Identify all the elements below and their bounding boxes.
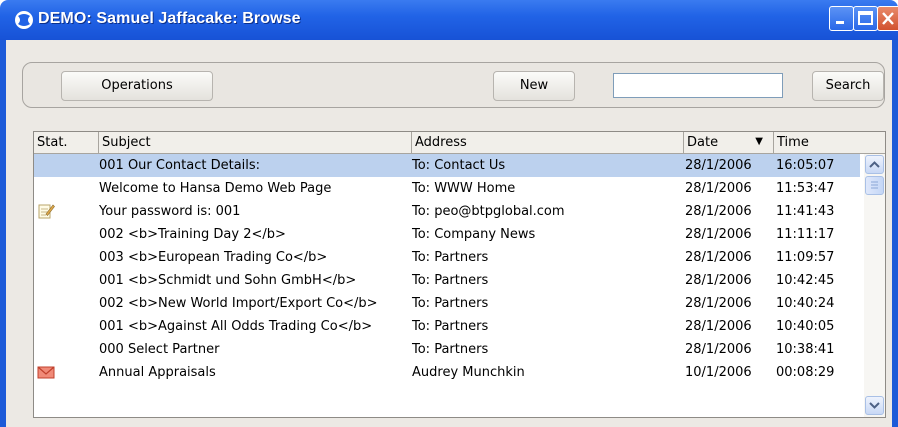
- window-title: DEMO: Samuel Jaffacake: Browse: [38, 10, 301, 27]
- cell-address: To: Partners: [412, 342, 489, 357]
- cell-time: 11:09:57: [776, 250, 835, 265]
- cell-time: 10:42:45: [776, 273, 835, 288]
- table-row[interactable]: 000 Select Partner To: Partners 28/1/2006 1…: [34, 338, 860, 361]
- cell-date: 28/1/2006: [685, 158, 752, 173]
- cell-address: To: Company News: [412, 227, 536, 242]
- minimize-icon: [836, 21, 844, 24]
- cell-subject: 001 <b>Against All Odds Trading Co</b>: [99, 319, 373, 334]
- chevron-down-icon: [869, 402, 880, 409]
- cell-address: To: Partners: [412, 273, 489, 288]
- scroll-up-button[interactable]: [865, 155, 884, 174]
- scroll-down-button[interactable]: [865, 396, 884, 415]
- close-icon: [882, 12, 894, 25]
- table-row[interactable]: 002 <b>Training Day 2</b> To: Company New…: [34, 223, 860, 246]
- cell-time: 00:08:29: [776, 365, 835, 380]
- cell-subject: 001 Our Contact Details:: [99, 158, 261, 173]
- cell-date: 28/1/2006: [685, 250, 752, 265]
- cell-subject: 000 Select Partner: [99, 342, 220, 357]
- scroll-thumb[interactable]: [865, 176, 884, 195]
- table-row[interactable]: Your password is: 001 To: peo@btpglobal.c…: [34, 200, 860, 223]
- column-header-status[interactable]: Stat.: [34, 132, 98, 153]
- app-logo-icon: [15, 11, 33, 29]
- cell-date: 28/1/2006: [685, 342, 752, 357]
- cell-time: 10:40:24: [776, 296, 835, 311]
- column-header-time[interactable]: Time: [773, 132, 885, 153]
- operations-button[interactable]: Operations: [61, 71, 213, 101]
- cell-time: 10:38:41: [776, 342, 835, 357]
- cell-address: To: WWW Home: [412, 181, 516, 196]
- cell-time: 16:05:07: [776, 158, 835, 173]
- mail-envelope-icon: [37, 363, 55, 381]
- cell-time: 11:11:17: [776, 227, 835, 242]
- table-row[interactable]: 001 Our Contact Details: To: Contact Us 28…: [34, 154, 860, 177]
- sort-descending-icon: ▼: [755, 136, 763, 147]
- column-header-address[interactable]: Address: [411, 132, 683, 153]
- cell-date: 28/1/2006: [685, 227, 752, 242]
- cell-date: 28/1/2006: [685, 296, 752, 311]
- toolbar-panel: Operations New Search: [22, 62, 885, 108]
- table-row[interactable]: 001 <b>Schmidt und Sohn GmbH</b> To: Part…: [34, 269, 860, 292]
- browse-table: Stat. Subject Address Date ▼ Time 001 Ou…: [33, 131, 886, 418]
- table-row[interactable]: Welcome to Hansa Demo Web Page To: WWW Ho…: [34, 177, 860, 200]
- cell-subject: Your password is: 001: [99, 204, 241, 219]
- cell-address: Audrey Munchkin: [412, 365, 525, 380]
- cell-address: To: Partners: [412, 319, 489, 334]
- column-header-date[interactable]: Date ▼: [683, 132, 773, 153]
- table-row[interactable]: 002 <b>New World Import/Export Co</b> To:…: [34, 292, 860, 315]
- cell-address: To: Partners: [412, 250, 489, 265]
- table-header: Stat. Subject Address Date ▼ Time: [34, 132, 885, 154]
- chevron-up-icon: [869, 161, 880, 168]
- edit-note-icon: [37, 202, 55, 220]
- cell-date: 10/1/2006: [685, 365, 752, 380]
- cell-subject: Annual Appraisals: [99, 365, 216, 380]
- table-row[interactable]: 001 <b>Against All Odds Trading Co</b> To…: [34, 315, 860, 338]
- search-button[interactable]: Search: [812, 71, 884, 101]
- column-header-date-label: Date: [687, 135, 719, 150]
- cell-time: 10:40:05: [776, 319, 835, 334]
- minimize-button[interactable]: [829, 6, 854, 31]
- table-row[interactable]: 003 <b>European Trading Co</b> To: Partne…: [34, 246, 860, 269]
- cell-subject: Welcome to Hansa Demo Web Page: [99, 181, 332, 196]
- close-button[interactable]: [877, 6, 898, 31]
- title-bar[interactable]: DEMO: Samuel Jaffacake: Browse: [0, 0, 898, 40]
- cell-date: 28/1/2006: [685, 273, 752, 288]
- cell-time: 11:53:47: [776, 181, 835, 196]
- browse-window: DEMO: Samuel Jaffacake: Browse Operation…: [0, 0, 898, 427]
- vertical-scrollbar[interactable]: [864, 154, 885, 417]
- table-row[interactable]: Annual Appraisals Audrey Munchkin 10/1/200…: [34, 361, 860, 384]
- cell-date: 28/1/2006: [685, 204, 752, 219]
- window-frame-right: [892, 40, 898, 427]
- cell-address: To: peo@btpglobal.com: [412, 204, 565, 219]
- cell-date: 28/1/2006: [685, 181, 752, 196]
- maximize-button[interactable]: [853, 6, 878, 31]
- cell-subject: 002 <b>Training Day 2</b>: [99, 227, 286, 242]
- column-header-subject[interactable]: Subject: [98, 132, 411, 153]
- new-button[interactable]: New: [493, 71, 575, 101]
- cell-date: 28/1/2006: [685, 319, 752, 334]
- cell-subject: 001 <b>Schmidt und Sohn GmbH</b>: [99, 273, 357, 288]
- maximize-icon: [858, 11, 873, 25]
- cell-address: To: Contact Us: [412, 158, 506, 173]
- cell-time: 11:41:43: [776, 204, 835, 219]
- cell-address: To: Partners: [412, 296, 489, 311]
- window-client-area: Operations New Search Stat. Subject Addr…: [6, 40, 892, 427]
- search-input[interactable]: [613, 73, 783, 98]
- cell-subject: 002 <b>New World Import/Export Co</b>: [99, 296, 378, 311]
- cell-subject: 003 <b>European Trading Co</b>: [99, 250, 328, 265]
- grip-icon: [871, 181, 878, 189]
